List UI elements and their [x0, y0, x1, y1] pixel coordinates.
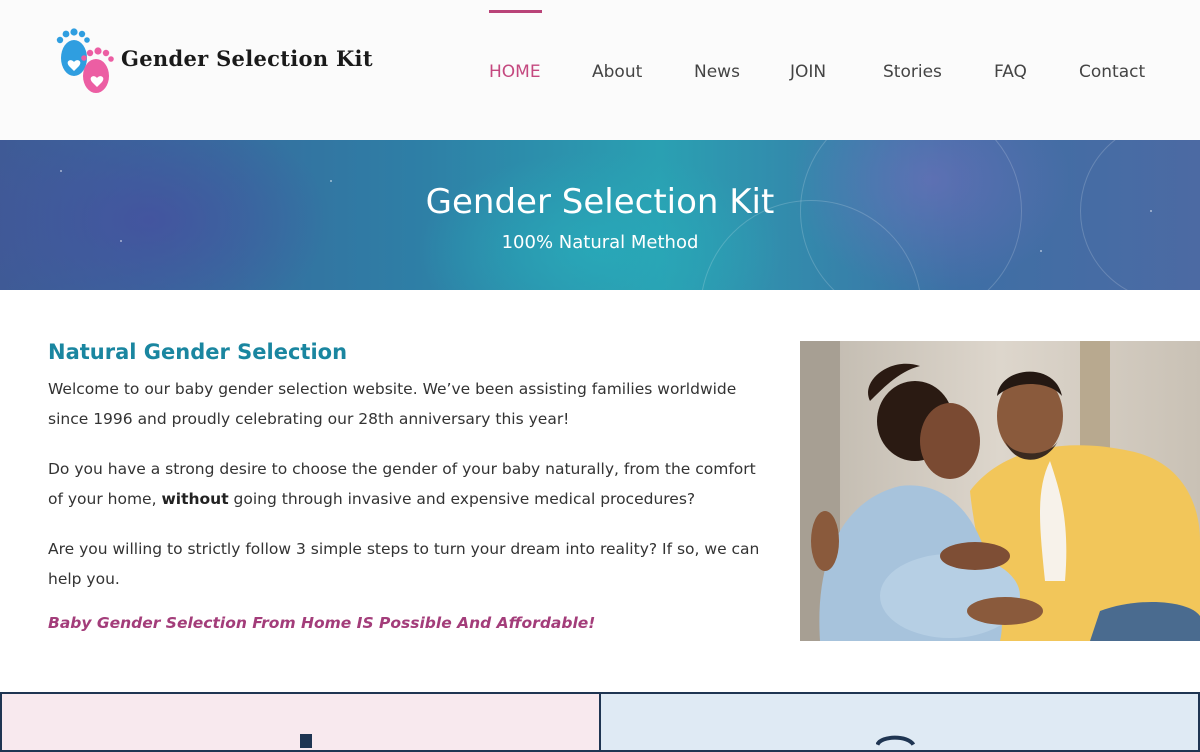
intro-paragraph-2: Do you have a strong desire to choose th…	[48, 454, 768, 514]
feature-box-right	[599, 692, 1200, 752]
nav-item-stories[interactable]: Stories	[883, 62, 942, 82]
nav-item-home[interactable]: HOME	[489, 62, 541, 82]
nav-item-faq[interactable]: FAQ	[994, 62, 1027, 82]
intro-paragraph-1: Welcome to our baby gender selection web…	[48, 380, 737, 428]
hero-title: Gender Selection Kit	[425, 182, 775, 222]
feature-number-glyph-icon	[300, 734, 312, 748]
main-nav: HOME About News JOIN Stories FAQ Contact	[0, 0, 1200, 140]
hero-star-decoration	[60, 170, 62, 172]
feature-number-glyph-icon	[876, 735, 916, 747]
paragraph-text: going through invasive and expensive med…	[228, 490, 696, 508]
nav-item-news[interactable]: News	[694, 62, 740, 82]
section-heading: Natural Gender Selection	[48, 340, 348, 364]
feature-box-left	[0, 692, 601, 752]
nav-item-about[interactable]: About	[592, 62, 642, 82]
couple-photo-image	[800, 341, 1200, 641]
nav-item-contact[interactable]: Contact	[1079, 62, 1145, 82]
hero-banner: Gender Selection Kit 100% Natural Method	[0, 140, 1200, 290]
site-header: Gender Selection Kit HOME About News JOI…	[0, 0, 1200, 140]
couple-photo	[800, 341, 1200, 641]
hero-subtitle: 100% Natural Method	[501, 232, 699, 253]
nav-item-join[interactable]: JOIN	[790, 62, 826, 82]
emphasis-text: without	[161, 490, 229, 508]
intro-section: Natural Gender Selection Welcome to our …	[48, 340, 768, 632]
tagline: Baby Gender Selection From Home IS Possi…	[48, 614, 596, 632]
nav-active-indicator	[489, 10, 542, 13]
intro-paragraph-3: Are you willing to strictly follow 3 sim…	[48, 540, 760, 588]
